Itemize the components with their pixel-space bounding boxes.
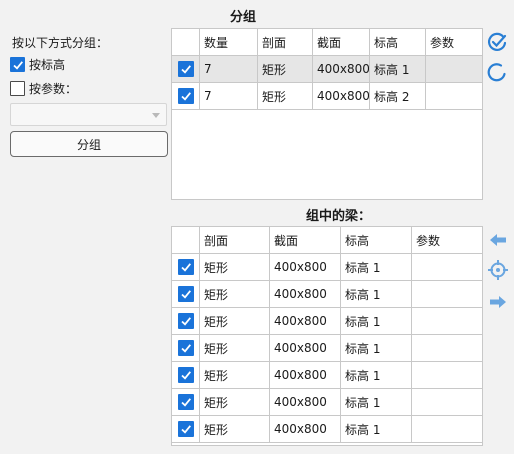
row-count: 7 xyxy=(199,82,258,110)
row-param xyxy=(411,388,483,416)
row-section: 矩形 xyxy=(199,253,270,281)
row-section: 矩形 xyxy=(199,361,270,389)
table-row[interactable]: 矩形 400x800 标高 1 xyxy=(171,334,483,362)
row-checkbox[interactable] xyxy=(177,88,194,104)
table-row[interactable]: 7 矩形 400x800 标高 2 xyxy=(171,82,483,110)
groups-col-check xyxy=(171,28,200,56)
row-checkbox[interactable] xyxy=(177,286,194,302)
uncheck-all-icon[interactable] xyxy=(486,61,508,83)
row-elevation: 标高 1 xyxy=(340,388,412,416)
row-section: 矩形 xyxy=(257,55,313,83)
crosshair-icon[interactable] xyxy=(487,259,509,281)
row-checkbox[interactable] xyxy=(177,367,194,383)
row-checkbox[interactable] xyxy=(177,394,194,410)
row-size: 400x800 xyxy=(269,307,341,335)
row-param xyxy=(411,361,483,389)
row-elevation: 标高 1 xyxy=(340,334,412,362)
beams-col-param[interactable]: 参数 xyxy=(411,226,483,254)
row-size: 400x800 xyxy=(269,361,341,389)
row-elevation: 标高 1 xyxy=(340,415,412,443)
row-count: 7 xyxy=(199,55,258,83)
beams-title: 组中的梁： xyxy=(306,209,372,224)
group-button[interactable]: 分组 xyxy=(10,131,168,157)
row-checkbox[interactable] xyxy=(177,61,194,77)
beams-col-check xyxy=(171,226,200,254)
by-elevation-checkbox[interactable] xyxy=(10,57,25,72)
row-size: 400x800 xyxy=(312,82,370,110)
row-section: 矩形 xyxy=(199,334,270,362)
row-checkbox[interactable] xyxy=(177,259,194,275)
row-section: 矩形 xyxy=(199,280,270,308)
row-elevation: 标高 1 xyxy=(340,280,412,308)
beams-panel: 剖面 截面 标高 参数 矩形 400x800 标高 1 矩形 400x800 标… xyxy=(171,226,483,446)
table-row[interactable]: 矩形 400x800 标高 1 xyxy=(171,253,483,281)
row-elevation: 标高 1 xyxy=(340,361,412,389)
row-section: 矩形 xyxy=(199,415,270,443)
by-elevation-label: 按标高 xyxy=(29,58,66,72)
row-size: 400x800 xyxy=(312,55,370,83)
row-size: 400x800 xyxy=(269,253,341,281)
row-param xyxy=(411,280,483,308)
param-select[interactable] xyxy=(10,103,167,126)
row-size: 400x800 xyxy=(269,415,341,443)
row-param xyxy=(411,415,483,443)
by-param-option[interactable]: 按参数： xyxy=(10,80,77,97)
check-all-icon[interactable] xyxy=(486,31,508,53)
row-size: 400x800 xyxy=(269,334,341,362)
row-size: 400x800 xyxy=(269,388,341,416)
groups-col-param[interactable]: 参数 xyxy=(425,28,483,56)
by-elevation-option[interactable]: 按标高 xyxy=(10,56,65,73)
row-section: 矩形 xyxy=(199,307,270,335)
row-elevation: 标高 1 xyxy=(340,253,412,281)
groups-panel: 数量 剖面 截面 标高 参数 7 矩形 400x800 标高 1 7 矩形 40… xyxy=(171,28,483,200)
chevron-down-icon xyxy=(152,113,160,118)
beams-col-section[interactable]: 剖面 xyxy=(199,226,270,254)
arrow-right-icon[interactable] xyxy=(487,291,509,313)
row-checkbox[interactable] xyxy=(177,421,194,437)
row-param xyxy=(411,307,483,335)
row-elevation: 标高 2 xyxy=(369,82,426,110)
groups-col-elevation[interactable]: 标高 xyxy=(369,28,426,56)
row-param xyxy=(411,334,483,362)
beams-header-row: 剖面 截面 标高 参数 xyxy=(171,226,483,254)
group-title: 分组 xyxy=(230,10,257,25)
row-checkbox[interactable] xyxy=(177,340,194,356)
row-param xyxy=(425,82,483,110)
groups-table: 数量 剖面 截面 标高 参数 7 矩形 400x800 标高 1 7 矩形 40… xyxy=(171,28,483,110)
groups-col-count[interactable]: 数量 xyxy=(199,28,258,56)
row-checkbox[interactable] xyxy=(177,313,194,329)
table-row[interactable]: 矩形 400x800 标高 1 xyxy=(171,307,483,335)
groups-header-row: 数量 剖面 截面 标高 参数 xyxy=(171,28,483,56)
beams-table: 剖面 截面 标高 参数 矩形 400x800 标高 1 矩形 400x800 标… xyxy=(171,226,483,443)
row-elevation: 标高 1 xyxy=(369,55,426,83)
beams-col-size[interactable]: 截面 xyxy=(269,226,341,254)
beams-col-elevation[interactable]: 标高 xyxy=(340,226,412,254)
groups-col-size[interactable]: 截面 xyxy=(312,28,370,56)
row-param xyxy=(411,253,483,281)
row-section: 矩形 xyxy=(257,82,313,110)
row-section: 矩形 xyxy=(199,388,270,416)
group-mode-label: 按以下方式分组： xyxy=(12,36,109,50)
row-size: 400x800 xyxy=(269,280,341,308)
table-row[interactable]: 矩形 400x800 标高 1 xyxy=(171,280,483,308)
table-row[interactable]: 7 矩形 400x800 标高 1 xyxy=(171,55,483,83)
table-row[interactable]: 矩形 400x800 标高 1 xyxy=(171,388,483,416)
arrow-left-icon[interactable] xyxy=(487,229,509,251)
by-param-checkbox[interactable] xyxy=(10,81,25,96)
row-param xyxy=(425,55,483,83)
table-row[interactable]: 矩形 400x800 标高 1 xyxy=(171,361,483,389)
row-elevation: 标高 1 xyxy=(340,307,412,335)
by-param-label: 按参数： xyxy=(29,82,78,96)
table-row[interactable]: 矩形 400x800 标高 1 xyxy=(171,415,483,443)
groups-col-section[interactable]: 剖面 xyxy=(257,28,313,56)
